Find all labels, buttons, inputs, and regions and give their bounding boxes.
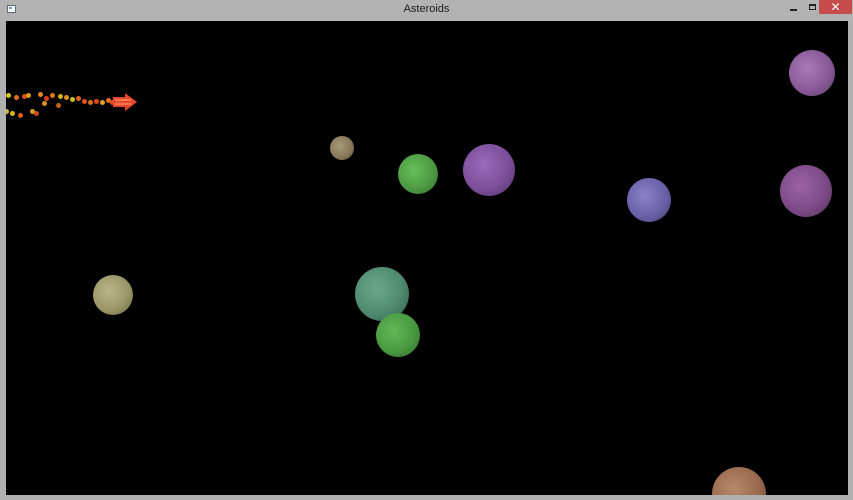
exhaust-particle [38,92,43,97]
asteroid [330,136,354,160]
app-window: Asteroids ✕ [0,0,853,500]
exhaust-particle [6,109,9,114]
exhaust-particle [50,93,55,98]
exhaust-particle [10,111,15,116]
exhaust-particle [18,113,23,118]
asteroid [627,178,671,222]
exhaust-particle [42,101,47,106]
asteroid [789,50,835,96]
minimize-icon [789,9,797,11]
close-button[interactable]: ✕ [819,0,852,14]
exhaust-particle [56,103,61,108]
title-bar[interactable]: Asteroids ✕ [0,0,853,21]
exhaust-particle [58,94,63,99]
maximize-icon [808,4,816,10]
minimize-button[interactable] [783,0,803,14]
exhaust-particle [34,111,39,116]
exhaust-particle [94,99,99,104]
asteroid [93,275,133,315]
close-icon: ✕ [830,0,841,14]
exhaust-particle [100,100,105,105]
exhaust-particle [70,97,75,102]
exhaust-particle [88,100,93,105]
exhaust-particle [82,99,87,104]
exhaust-particle [14,95,19,100]
exhaust-particle [76,96,81,101]
exhaust-particle [26,93,31,98]
exhaust-particle [6,93,11,98]
asteroid [712,467,766,495]
asteroid [376,313,420,357]
game-canvas[interactable] [6,21,848,495]
window-title: Asteroids [403,3,450,15]
ship-arrow-icon [113,93,137,111]
exhaust-particle [64,95,69,100]
asteroid [463,144,515,196]
asteroid [780,165,832,217]
asteroid [398,154,438,194]
